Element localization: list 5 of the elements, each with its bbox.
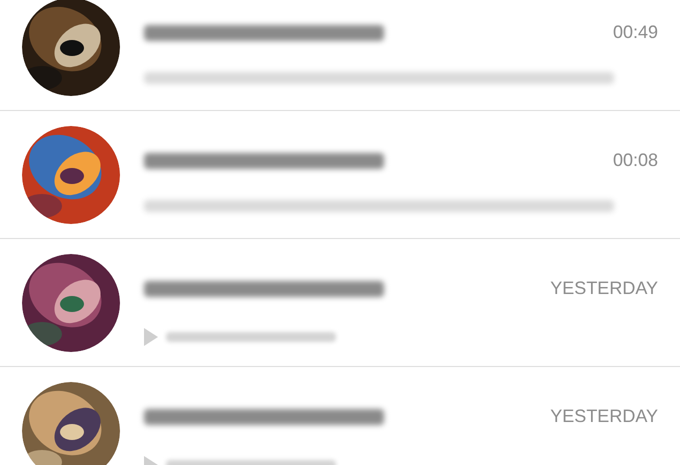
message-time: 00:49 <box>612 21 658 44</box>
message-time: YESTERDAY <box>550 277 658 300</box>
message-time: 00:08 <box>612 149 658 172</box>
message-time: YESTERDAY <box>550 405 658 428</box>
play-icon <box>144 328 158 346</box>
